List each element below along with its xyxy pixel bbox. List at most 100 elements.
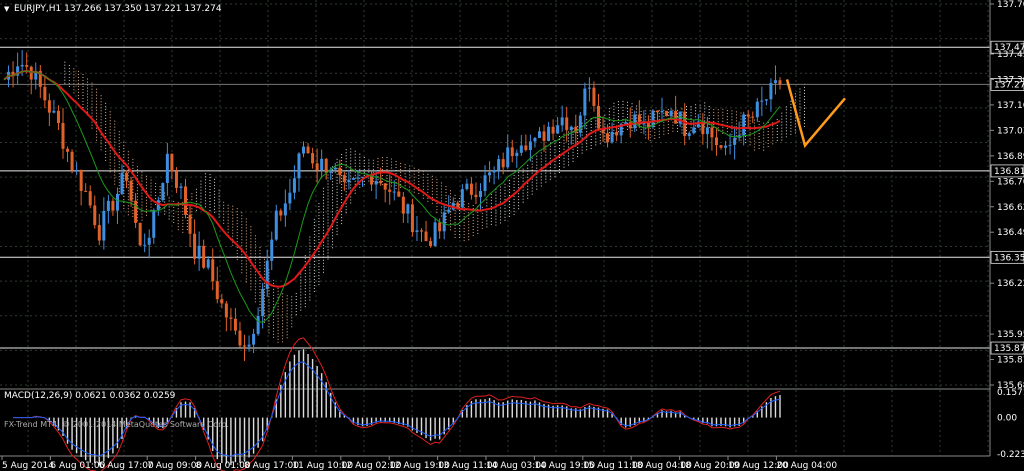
cloud-dot <box>690 118 692 120</box>
cloud-dot <box>717 127 719 129</box>
cloud-dot <box>409 186 411 188</box>
cloud-dot <box>259 268 261 270</box>
cloud-dot <box>127 163 129 165</box>
cloud-dot <box>595 120 597 122</box>
cloud-dot <box>531 184 533 186</box>
cloud-dot <box>118 131 120 133</box>
cloud-dot <box>545 148 547 150</box>
price-tick-label: 135.950 <box>997 330 1024 340</box>
cloud-dot <box>495 218 497 220</box>
cloud-dot <box>73 77 75 79</box>
cloud-dot <box>613 111 615 113</box>
cloud-dot <box>772 143 774 145</box>
cloud-dot <box>336 194 338 196</box>
cloud-dot <box>322 214 324 216</box>
cloud-dot <box>504 189 506 191</box>
cloud-dot <box>322 193 324 195</box>
cloud-dot <box>450 199 452 201</box>
cloud-dot <box>263 258 265 260</box>
cloud-dot <box>359 153 361 155</box>
cloud-dot <box>472 231 474 233</box>
cloud-dot <box>726 116 728 118</box>
cloud-dot <box>127 157 129 159</box>
cloud-dot <box>127 196 129 198</box>
cloud-dot <box>350 187 352 189</box>
cloud-dot <box>504 219 506 221</box>
cloud-dot <box>391 179 393 181</box>
cloud-dot <box>377 161 379 163</box>
cloud-dot <box>286 322 288 324</box>
cloud-dot <box>259 310 261 312</box>
cloud-dot <box>704 108 706 110</box>
cloud-dot <box>259 247 261 249</box>
cloud-dot <box>649 110 651 112</box>
cloud-dot <box>236 241 238 243</box>
cloud-dot <box>499 210 501 212</box>
cloud-dot <box>232 229 234 231</box>
cloud-dot <box>354 162 356 164</box>
cloud-dot <box>400 162 402 164</box>
cloud-dot <box>409 168 411 170</box>
cloud-dot <box>123 165 125 167</box>
cloud-dot <box>522 201 524 203</box>
cloud-dot <box>136 175 138 177</box>
cloud-dot <box>159 192 161 194</box>
candle-body <box>492 170 496 173</box>
cloud-dot <box>577 150 579 152</box>
cloud-dot <box>277 296 279 298</box>
cloud-dot <box>318 209 320 211</box>
cloud-dot <box>372 159 374 161</box>
time-tick-label: 7 Aug 09:00 <box>147 461 202 471</box>
cloud-dot <box>790 115 792 117</box>
cloud-dot <box>300 279 302 281</box>
cloud-dot <box>436 179 438 181</box>
cloud-dot <box>254 274 256 276</box>
time-tick-label: 20 Aug 04:00 <box>776 461 837 471</box>
cloud-dot <box>540 173 542 175</box>
cloud-dot <box>236 259 238 261</box>
cloud-dot <box>599 134 601 136</box>
cloud-dot <box>245 245 247 247</box>
cloud-dot <box>658 112 660 114</box>
candle-body <box>728 144 732 146</box>
cloud-dot <box>345 149 347 151</box>
chart-window[interactable]: 137.471137.274136.815136.357135.876 ▼ EU… <box>0 0 1024 471</box>
cloud-dot <box>241 230 243 232</box>
cloud-dot <box>799 106 801 108</box>
cloud-dot <box>250 253 252 255</box>
cloud-dot <box>245 275 247 277</box>
cloud-dot <box>572 139 574 141</box>
cloud-dot <box>636 129 638 131</box>
candle-body <box>424 231 428 242</box>
cloud-dot <box>404 167 406 169</box>
cloud-dot <box>427 191 429 193</box>
cloud-dot <box>654 134 656 136</box>
time-tick-label: 6 Aug 01:00 <box>50 461 105 471</box>
cloud-dot <box>386 160 388 162</box>
cloud-dot <box>164 210 166 212</box>
cloud-dot <box>345 212 347 214</box>
cloud-dot <box>735 123 737 125</box>
cloud-dot <box>450 208 452 210</box>
candle-body <box>374 180 378 185</box>
cloud-dot <box>713 120 715 122</box>
cloud-dot <box>799 88 801 90</box>
cloud-dot <box>481 215 483 217</box>
cloud-dot <box>118 173 120 175</box>
cloud-dot <box>804 122 805 124</box>
cloud-dot <box>527 188 529 190</box>
cloud-dot <box>68 79 70 81</box>
cloud-dot <box>332 175 334 177</box>
cloud-dot <box>273 333 275 335</box>
cloud-dot <box>722 117 724 119</box>
candle-body <box>547 126 551 141</box>
cloud-dot <box>545 172 547 174</box>
cloud-dot <box>518 193 520 195</box>
dropdown-arrow-icon[interactable]: ▼ <box>4 5 10 13</box>
cloud-dot <box>291 317 293 319</box>
cloud-dot <box>182 222 184 224</box>
cloud-dot <box>327 246 329 248</box>
cloud-dot <box>336 221 338 223</box>
cloud-dot <box>214 202 216 204</box>
cloud-dot <box>767 130 769 132</box>
